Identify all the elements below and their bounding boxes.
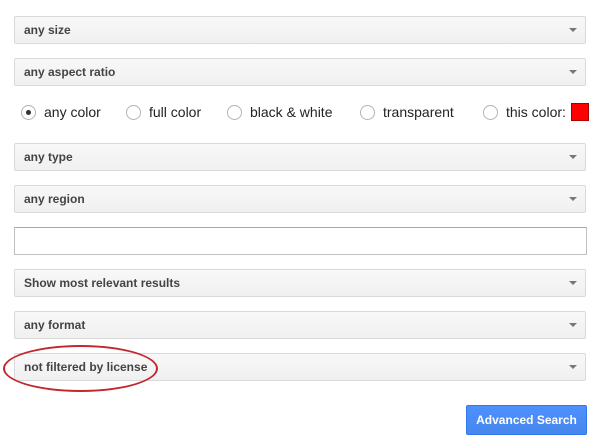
- size-dropdown-label: any size: [24, 23, 71, 37]
- radio-button[interactable]: [483, 104, 498, 120]
- chevron-down-icon: [569, 155, 577, 159]
- chevron-down-icon: [569, 70, 577, 74]
- sort-dropdown-label: Show most relevant results: [24, 276, 181, 290]
- radio-any-color-label: any color: [44, 104, 101, 120]
- chevron-down-icon: [569, 28, 577, 32]
- aspect-ratio-dropdown-label: any aspect ratio: [24, 65, 116, 79]
- radio-this-color[interactable]: this color:: [483, 99, 589, 125]
- chevron-down-icon: [569, 365, 577, 369]
- advanced-search-button[interactable]: Advanced Search: [466, 405, 587, 435]
- radio-transparent-label: transparent: [383, 104, 454, 120]
- sort-dropdown[interactable]: Show most relevant results: [14, 269, 586, 297]
- chevron-down-icon: [569, 323, 577, 327]
- radio-this-color-label: this color:: [506, 104, 566, 120]
- radio-black-white[interactable]: black & white: [227, 99, 332, 125]
- format-dropdown-label: any format: [24, 318, 86, 332]
- chevron-down-icon: [569, 281, 577, 285]
- type-dropdown[interactable]: any type: [14, 143, 586, 171]
- region-dropdown-label: any region: [24, 192, 85, 206]
- radio-black-white-label: black & white: [250, 104, 333, 120]
- radio-button-checked[interactable]: [21, 104, 36, 120]
- radio-button[interactable]: [360, 104, 375, 120]
- radio-full-color[interactable]: full color: [126, 99, 201, 125]
- aspect-ratio-dropdown[interactable]: any aspect ratio: [14, 58, 586, 86]
- license-dropdown[interactable]: not filtered by license: [14, 353, 586, 381]
- radio-full-color-label: full color: [149, 104, 202, 120]
- site-domain-input[interactable]: [14, 227, 587, 255]
- chevron-down-icon: [569, 197, 577, 201]
- type-dropdown-label: any type: [24, 150, 73, 164]
- license-dropdown-label: not filtered by license: [24, 360, 148, 374]
- color-radio-group: any color full color black & white trans…: [14, 99, 589, 125]
- color-swatch[interactable]: [570, 103, 589, 121]
- radio-button[interactable]: [126, 104, 141, 120]
- radio-any-color[interactable]: any color: [21, 99, 101, 125]
- region-dropdown[interactable]: any region: [14, 185, 586, 213]
- radio-transparent[interactable]: transparent: [360, 99, 454, 125]
- format-dropdown[interactable]: any format: [14, 311, 586, 339]
- size-dropdown[interactable]: any size: [14, 16, 586, 44]
- radio-button[interactable]: [227, 104, 242, 120]
